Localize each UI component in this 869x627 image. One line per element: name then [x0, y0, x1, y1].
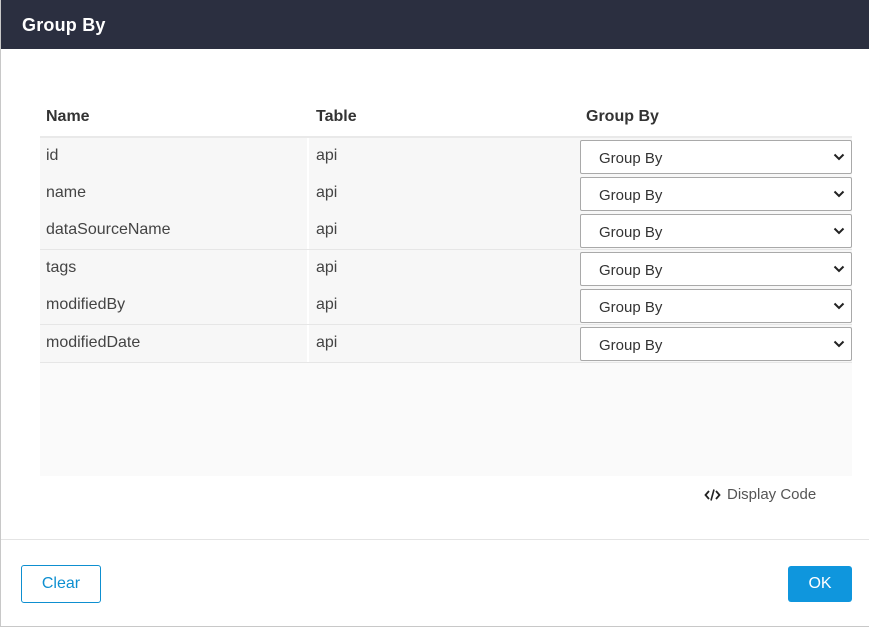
group-by-select[interactable]: Group By — [580, 214, 852, 248]
group-by-select[interactable]: Group By — [580, 140, 852, 174]
cell-table: api — [316, 259, 338, 276]
table-row: id api Group By — [40, 138, 852, 176]
group-by-select[interactable]: Group By — [580, 177, 852, 211]
table-row: modifiedBy api Group By — [40, 287, 852, 325]
cell-table: api — [316, 334, 338, 351]
table-row: tags api Group By — [40, 250, 852, 288]
column-header-table: Table — [316, 108, 357, 125]
group-by-select-value: Group By — [599, 224, 663, 241]
cell-table: api — [316, 221, 338, 238]
code-icon — [704, 489, 721, 501]
column-header-name: Name — [46, 108, 90, 125]
dialog-title: Group By — [22, 15, 106, 35]
chevron-down-icon — [833, 302, 845, 310]
footer-divider — [1, 539, 869, 540]
chevron-down-icon — [833, 190, 845, 198]
chevron-down-icon — [833, 265, 845, 273]
cell-name: modifiedDate — [46, 334, 141, 351]
cell-name: tags — [46, 259, 77, 276]
clear-button[interactable]: Clear — [21, 565, 101, 603]
group-by-select[interactable]: Group By — [580, 289, 852, 323]
group-by-select[interactable]: Group By — [580, 252, 852, 286]
group-by-select-value: Group By — [599, 262, 663, 279]
group-by-select-value: Group By — [599, 187, 663, 204]
grid-header: Name Table Group By — [40, 100, 852, 138]
group-by-select-value: Group By — [599, 299, 663, 316]
cell-name: id — [46, 147, 59, 164]
dialog-titlebar: Group By — [1, 0, 869, 49]
cell-table: api — [316, 184, 338, 201]
group-by-select[interactable]: Group By — [580, 327, 852, 361]
cell-name: dataSourceName — [46, 221, 171, 238]
column-header-group-by: Group By — [586, 108, 659, 125]
group-by-select-value: Group By — [599, 150, 663, 167]
table-row: name api Group By — [40, 175, 852, 213]
table-row: dataSourceName api Group By — [40, 212, 852, 250]
ok-button[interactable]: OK — [788, 566, 852, 602]
chevron-down-icon — [833, 340, 845, 348]
group-by-grid: Name Table Group By id api Group By name… — [40, 100, 852, 476]
group-by-select-value: Group By — [599, 337, 663, 354]
cell-name: modifiedBy — [46, 296, 126, 313]
table-row: modifiedDate api Group By — [40, 325, 852, 363]
cell-table: api — [316, 147, 338, 164]
cell-name: name — [46, 184, 87, 201]
cell-table: api — [316, 296, 338, 313]
group-by-dialog: Group By Name Table Group By id api Grou… — [0, 0, 869, 627]
chevron-down-icon — [833, 227, 845, 235]
chevron-down-icon — [833, 153, 845, 161]
display-code-label: Display Code — [727, 486, 817, 503]
